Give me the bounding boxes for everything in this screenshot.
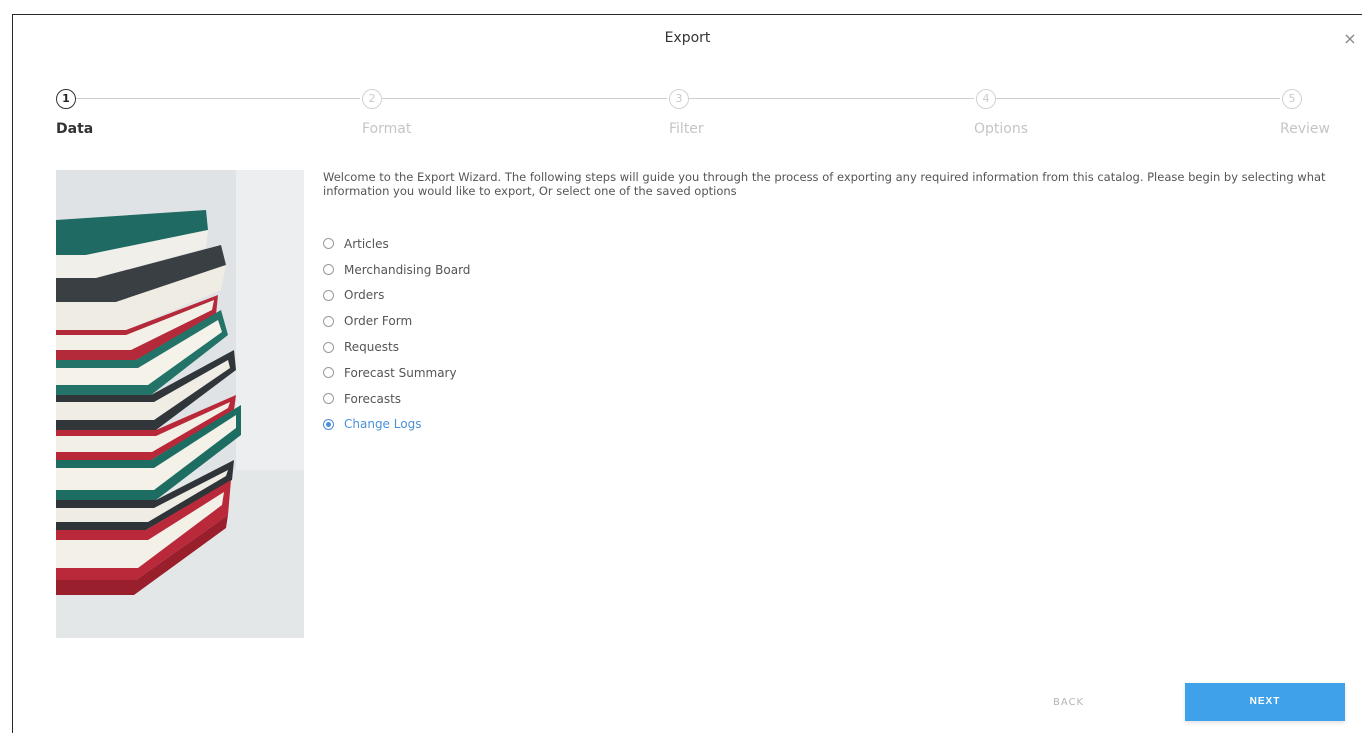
option-forecasts[interactable]: Forecasts: [323, 386, 470, 412]
radio-icon[interactable]: [323, 289, 334, 301]
option-label: Forecasts: [344, 391, 402, 406]
radio-icon[interactable]: [323, 393, 334, 405]
option-label: Articles: [344, 236, 389, 251]
option-orders[interactable]: Orders: [323, 283, 470, 309]
step-connector: [76, 98, 360, 99]
export-options-list: Articles Merchandising Board Orders Orde…: [323, 231, 470, 437]
step-connector: [996, 98, 1280, 99]
option-label: Order Form: [344, 314, 413, 329]
step-1-circle[interactable]: 1: [56, 89, 76, 109]
option-requests[interactable]: Requests: [323, 334, 470, 360]
option-articles[interactable]: Articles: [323, 231, 470, 257]
option-label: Orders: [344, 288, 385, 303]
books-illustration: [56, 170, 304, 638]
back-button[interactable]: BACK: [1053, 697, 1084, 708]
export-dialog: Export × 1 2 3 4 5 Data Format Filter Op…: [12, 14, 1362, 733]
step-5-label[interactable]: Review: [1280, 121, 1330, 137]
option-change-logs[interactable]: Change Logs: [323, 412, 470, 438]
step-2-label[interactable]: Format: [362, 121, 411, 137]
radio-icon[interactable]: [323, 367, 334, 379]
option-label: Forecast Summary: [344, 365, 457, 380]
step-3-circle[interactable]: 3: [669, 89, 689, 109]
radio-icon[interactable]: [323, 264, 334, 276]
option-forecast-summary[interactable]: Forecast Summary: [323, 360, 470, 386]
option-label: Requests: [344, 340, 399, 355]
step-1-label[interactable]: Data: [56, 121, 93, 137]
intro-text: Welcome to the Export Wizard. The follow…: [323, 170, 1326, 198]
step-connector: [689, 98, 974, 99]
option-order-form[interactable]: Order Form: [323, 308, 470, 334]
radio-icon[interactable]: [323, 341, 334, 353]
step-4-label[interactable]: Options: [974, 121, 1028, 137]
books-stack-image: [56, 170, 304, 638]
option-label: Merchandising Board: [344, 262, 471, 277]
next-button[interactable]: NEXT: [1185, 683, 1345, 721]
step-3-label[interactable]: Filter: [669, 121, 704, 137]
option-label: Change Logs: [344, 417, 422, 432]
step-4-circle[interactable]: 4: [976, 89, 996, 109]
radio-icon[interactable]: [323, 238, 334, 250]
radio-icon[interactable]: [323, 315, 334, 327]
step-connector: [382, 98, 667, 99]
option-merchandising-board[interactable]: Merchandising Board: [323, 257, 470, 283]
step-5-circle[interactable]: 5: [1282, 89, 1302, 109]
step-2-circle[interactable]: 2: [362, 89, 382, 109]
wizard-stepper: 1 2 3 4 5 Data Format Filter Options Rev…: [13, 15, 1362, 155]
radio-selected-icon[interactable]: [323, 418, 334, 430]
